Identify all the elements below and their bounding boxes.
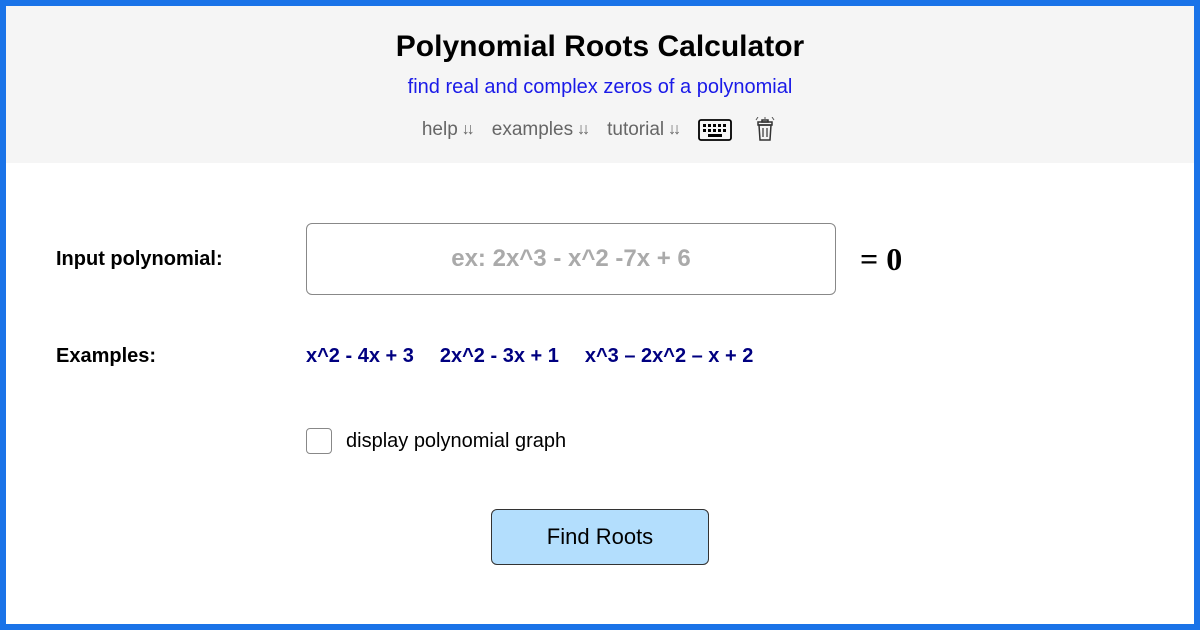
tutorial-link[interactable]: tutorial ↓↓ (607, 119, 678, 141)
polynomial-input[interactable] (306, 223, 836, 295)
examples-row: Examples: x^2 - 4x + 3 2x^2 - 3x + 1 x^3… (56, 345, 1144, 368)
equals-zero-label: = 0 (860, 241, 902, 278)
example-item[interactable]: x^3 – 2x^2 – x + 2 (585, 345, 754, 368)
example-item[interactable]: x^2 - 4x + 3 (306, 345, 414, 368)
down-arrows-icon: ↓↓ (668, 121, 678, 139)
trash-icon[interactable] (752, 117, 778, 143)
page-title: Polynomial Roots Calculator (6, 30, 1194, 64)
checkbox-label: display polynomial graph (346, 430, 566, 453)
examples-link[interactable]: examples ↓↓ (492, 119, 587, 141)
find-roots-button[interactable]: Find Roots (491, 509, 709, 565)
nav-links: help ↓↓ examples ↓↓ tutorial ↓↓ (6, 117, 1194, 143)
input-row: Input polynomial: = 0 (56, 223, 1144, 295)
examples-link-label: examples (492, 119, 573, 141)
main-content: Input polynomial: = 0 Examples: x^2 - 4x… (6, 163, 1194, 585)
page-subtitle: find real and complex zeros of a polynom… (6, 76, 1194, 99)
help-link[interactable]: help ↓↓ (422, 119, 472, 141)
checkbox-row: display polynomial graph (306, 428, 1144, 454)
down-arrows-icon: ↓↓ (462, 121, 472, 139)
button-row: Find Roots (56, 509, 1144, 565)
header: Polynomial Roots Calculator find real an… (6, 6, 1194, 163)
tutorial-link-label: tutorial (607, 119, 664, 141)
examples-label: Examples: (56, 345, 306, 368)
input-label: Input polynomial: (56, 248, 306, 271)
display-graph-checkbox[interactable] (306, 428, 332, 454)
help-link-label: help (422, 119, 458, 141)
example-item[interactable]: 2x^2 - 3x + 1 (440, 345, 559, 368)
keyboard-icon[interactable] (698, 119, 732, 141)
down-arrows-icon: ↓↓ (577, 121, 587, 139)
examples-list: x^2 - 4x + 3 2x^2 - 3x + 1 x^3 – 2x^2 – … (306, 345, 753, 368)
